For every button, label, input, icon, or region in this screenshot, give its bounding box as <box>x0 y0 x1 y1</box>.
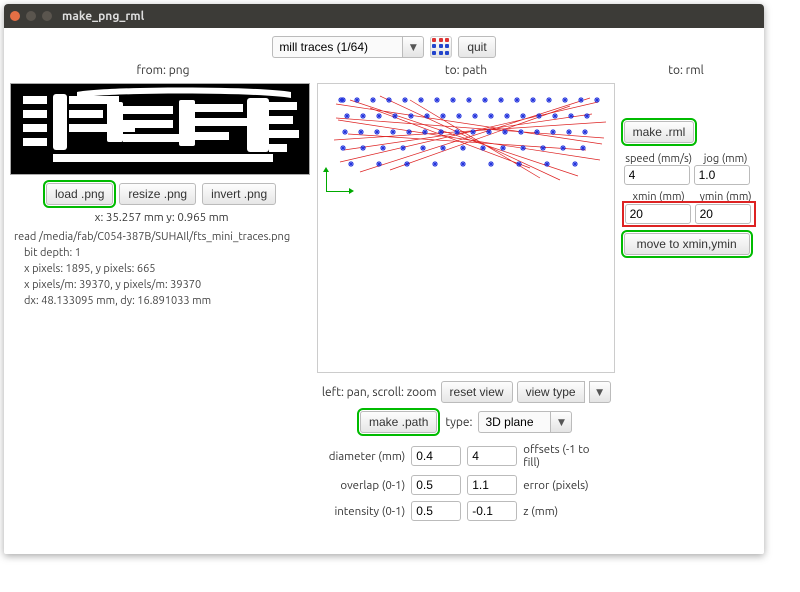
make-rml-button[interactable]: make .rml <box>624 121 695 143</box>
info-bitdepth: bit depth: 1 <box>14 246 313 262</box>
minimize-icon[interactable] <box>26 11 36 21</box>
overlap-label: overlap (0-1) <box>325 479 407 492</box>
path-canvas[interactable] <box>317 83 615 373</box>
app-window: make_png_rml ▼ quit from: png to: path t… <box>4 4 764 554</box>
app-grid-icon[interactable] <box>430 36 452 58</box>
diameter-label: diameter (mm) <box>325 450 407 463</box>
close-icon[interactable] <box>10 11 20 21</box>
info-pixels-m: x pixels/m: 39370, y pixels/m: 39370 <box>14 278 313 294</box>
info-path: read /media/fab/C054-387B/SUHAIl/fts_min… <box>14 230 313 246</box>
jog-input[interactable] <box>694 165 750 185</box>
xmin-label: xmin (mm) <box>624 191 694 203</box>
info-pixels: x pixels: 1895, y pixels: 665 <box>14 262 313 278</box>
png-info: read /media/fab/C054-387B/SUHAIl/fts_min… <box>10 230 313 310</box>
info-dxdy: dx: 48.133095 mm, dy: 16.891033 mm <box>14 294 313 310</box>
intensity-input[interactable] <box>411 501 461 521</box>
diameter-input[interactable] <box>411 446 461 466</box>
quit-button[interactable]: quit <box>458 36 495 58</box>
canvas-hint: left: pan, scroll: zoom <box>322 386 437 399</box>
path-type-select[interactable] <box>478 411 550 433</box>
chevron-down-icon: ▼ <box>558 417 565 428</box>
error-input[interactable] <box>467 475 517 495</box>
header-from-png: from: png <box>10 64 316 77</box>
z-label: z (mm) <box>523 505 607 518</box>
move-to-origin-button[interactable]: move to xmin,ymin <box>624 233 750 255</box>
cursor-readout: x: 35.257 mm y: 0.965 mm <box>10 211 313 224</box>
process-dropdown-button[interactable]: ▼ <box>402 36 424 58</box>
to-rml-panel: make .rml speed (mm/s) jog (mm) xmin (mm… <box>619 83 758 521</box>
view-type-button[interactable]: view type <box>517 381 585 403</box>
ymin-input[interactable] <box>695 204 751 224</box>
ymin-label: ymin (mm) <box>698 191 754 203</box>
maximize-icon[interactable] <box>42 11 52 21</box>
overlap-input[interactable] <box>411 475 461 495</box>
make-path-button[interactable]: make .path <box>360 411 437 433</box>
from-png-panel: load .png resize .png invert .png x: 35.… <box>10 83 313 521</box>
path-type-dropdown[interactable]: ▼ <box>550 411 572 433</box>
type-label: type: <box>445 416 472 429</box>
top-toolbar: ▼ quit <box>10 36 758 58</box>
window-controls <box>10 11 52 21</box>
load-png-button[interactable]: load .png <box>46 183 113 205</box>
z-input[interactable] <box>467 501 517 521</box>
resize-png-button[interactable]: resize .png <box>119 183 196 205</box>
speed-input[interactable] <box>624 165 690 185</box>
header-to-path: to: path <box>316 64 616 77</box>
png-preview[interactable] <box>10 83 310 175</box>
invert-png-button[interactable]: invert .png <box>202 183 276 205</box>
error-label: error (pixels) <box>523 479 607 492</box>
jog-label: jog (mm) <box>698 153 754 165</box>
window-title: make_png_rml <box>62 10 144 23</box>
content-area: ▼ quit from: png to: path to: rml <box>4 28 764 554</box>
path-params: diameter (mm) offsets (-1 to fill) overl… <box>325 443 607 521</box>
titlebar[interactable]: make_png_rml <box>4 4 764 28</box>
intensity-label: intensity (0-1) <box>325 505 407 518</box>
header-to-rml: to: rml <box>616 64 756 77</box>
toolpath-preview <box>330 90 610 184</box>
offsets-label: offsets (-1 to fill) <box>523 443 607 469</box>
chevron-down-icon: ▼ <box>410 42 417 53</box>
axis-x-icon <box>326 191 350 192</box>
view-type-dropdown[interactable]: ▼ <box>589 381 611 403</box>
reset-view-button[interactable]: reset view <box>441 381 513 403</box>
to-path-panel: left: pan, scroll: zoom reset view view … <box>317 83 615 521</box>
offsets-input[interactable] <box>467 446 517 466</box>
axis-y-icon <box>326 172 327 192</box>
xmin-input[interactable] <box>625 204 691 224</box>
chevron-down-icon: ▼ <box>596 387 603 398</box>
process-input[interactable] <box>272 36 402 58</box>
process-select[interactable]: ▼ <box>272 36 424 58</box>
origin-inputs <box>624 203 754 225</box>
speed-label: speed (mm/s) <box>624 153 694 165</box>
